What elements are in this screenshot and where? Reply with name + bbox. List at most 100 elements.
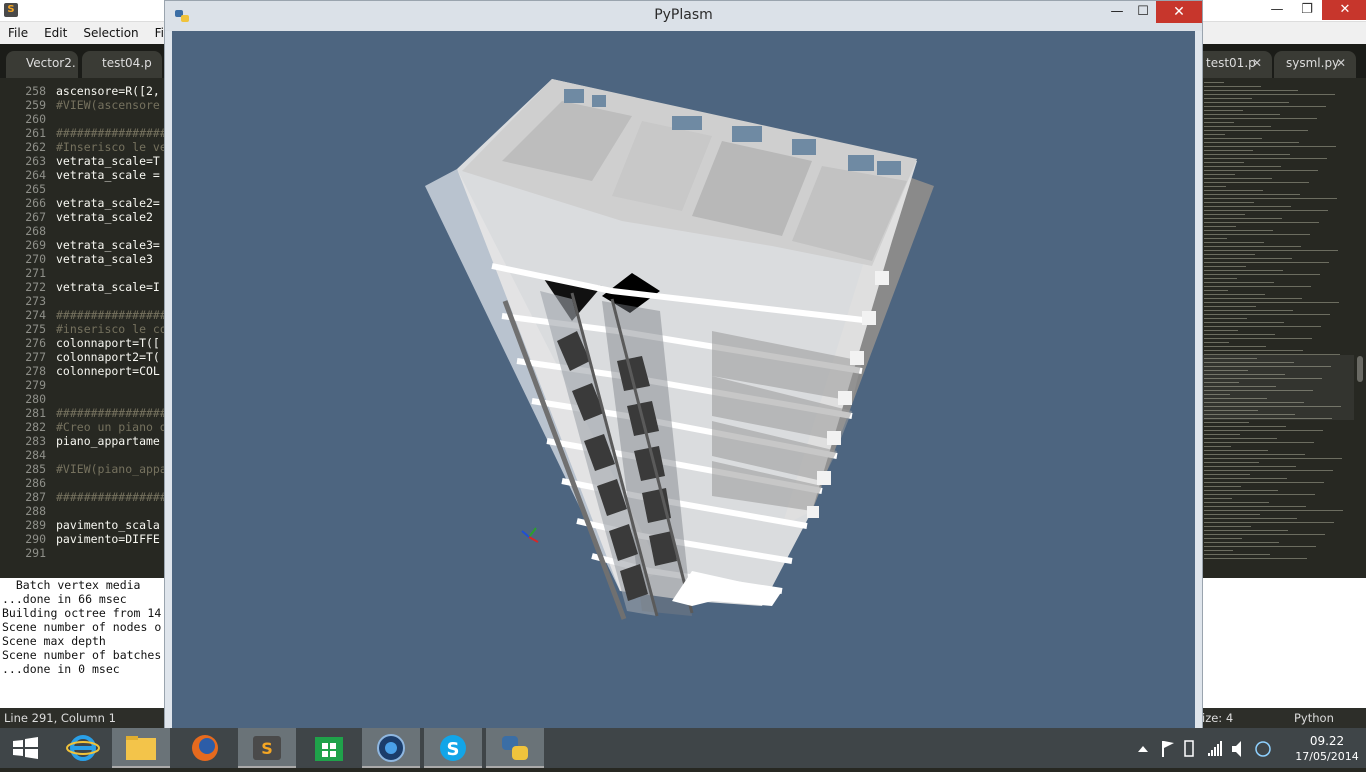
code-line[interactable]: [56, 112, 166, 126]
code-line[interactable]: [56, 546, 166, 560]
line-number: 290: [25, 532, 46, 546]
svg-text:S: S: [447, 739, 460, 760]
minimap-line: [1204, 298, 1302, 299]
code-line[interactable]: vetrata_scale3=: [56, 238, 166, 252]
syntax-mode[interactable]: Python: [1294, 708, 1334, 728]
maximize-icon[interactable]: ☐: [1130, 1, 1156, 23]
code-line[interactable]: [56, 378, 166, 392]
code-line[interactable]: [56, 392, 166, 406]
maximize-icon[interactable]: ❐: [1292, 0, 1322, 20]
minimap-line: [1204, 130, 1308, 131]
minimap-line: [1204, 82, 1224, 83]
code-line[interactable]: [56, 224, 166, 238]
minimap-line: [1204, 306, 1256, 307]
minimap-line: [1204, 330, 1238, 331]
minimap[interactable]: [1202, 78, 1354, 568]
minimap-line: [1204, 538, 1242, 539]
code-line[interactable]: vetrata_scale3: [56, 252, 166, 266]
line-number: 288: [25, 504, 46, 518]
code-line[interactable]: [56, 266, 166, 280]
close-tab-icon[interactable]: ✕: [1336, 51, 1346, 75]
code-line[interactable]: vetrata_scale =: [56, 168, 166, 182]
code-line[interactable]: vetrata_scale2=: [56, 196, 166, 210]
sublime-app-icon: S: [4, 3, 18, 17]
power-icon: [1184, 740, 1194, 757]
code-line[interactable]: ################: [56, 406, 166, 420]
minimap-line: [1204, 346, 1266, 347]
clock-time[interactable]: 09.22: [1288, 734, 1366, 748]
minimap-line: [1204, 238, 1227, 239]
code-line[interactable]: colonneport=COL: [56, 364, 166, 378]
internet-explorer-button[interactable]: [54, 728, 112, 768]
close-icon[interactable]: ✕: [1156, 1, 1202, 23]
code-line[interactable]: vetrata_scale=T: [56, 154, 166, 168]
code-line[interactable]: [56, 448, 166, 462]
code-line[interactable]: [56, 294, 166, 308]
minimap-line: [1204, 522, 1334, 523]
minimap-line: [1204, 166, 1281, 167]
line-number: 271: [25, 266, 46, 280]
code-line[interactable]: [56, 504, 166, 518]
code-line[interactable]: #inserisco le co: [56, 322, 166, 336]
tab-test01[interactable]: test01.p ✕: [1194, 51, 1272, 78]
code-line[interactable]: #VIEW(piano_appa: [56, 462, 166, 476]
menu-edit[interactable]: Edit: [36, 26, 75, 40]
code-line[interactable]: ################: [56, 308, 166, 322]
minimize-icon[interactable]: —: [1262, 0, 1292, 20]
python-button[interactable]: [486, 728, 544, 768]
minimap-line: [1204, 270, 1283, 271]
minimap-line: [1204, 446, 1231, 447]
code-line[interactable]: piano_appartame: [56, 434, 166, 448]
minimap-line: [1204, 466, 1296, 467]
minimap-line: [1204, 506, 1306, 507]
close-tab-icon[interactable]: ✕: [1252, 51, 1262, 75]
minimap-line: [1204, 106, 1326, 107]
media-app-button[interactable]: [362, 728, 420, 768]
tab-size[interactable]: ize: 4: [1202, 708, 1233, 728]
close-icon[interactable]: ✕: [1322, 0, 1366, 20]
code-line[interactable]: vetrata_scale=I: [56, 280, 166, 294]
file-explorer-button[interactable]: [112, 728, 170, 768]
3d-viewport[interactable]: [172, 31, 1195, 729]
skype-button[interactable]: S: [424, 728, 482, 768]
minimap-line: [1204, 494, 1315, 495]
sublime-text-button[interactable]: S: [238, 728, 296, 768]
code-line[interactable]: colonnaport=T([: [56, 336, 166, 350]
line-number: 278: [25, 364, 46, 378]
code-line[interactable]: ascensore=R([2,: [56, 84, 166, 98]
line-number: 260: [25, 112, 46, 126]
minimap-line: [1204, 310, 1293, 311]
minimap-line: [1204, 266, 1246, 267]
code-line[interactable]: #Creo un piano d: [56, 420, 166, 434]
minimap-line: [1204, 134, 1225, 135]
scrollbar-thumb[interactable]: [1357, 356, 1363, 382]
code-line[interactable]: vetrata_scale2: [56, 210, 166, 224]
code-line[interactable]: [56, 476, 166, 490]
building-model[interactable]: [172, 31, 1195, 729]
code-line[interactable]: pavimento=DIFFE: [56, 532, 166, 546]
code-line[interactable]: #Inserisco le ve: [56, 140, 166, 154]
menu-selection[interactable]: Selection: [75, 26, 146, 40]
firefox-button[interactable]: [176, 728, 234, 768]
code-line[interactable]: [56, 182, 166, 196]
minimap-viewport[interactable]: [1202, 355, 1354, 420]
code-line[interactable]: #VIEW(ascensore: [56, 98, 166, 112]
code-line[interactable]: ################: [56, 490, 166, 504]
code-line[interactable]: ################: [56, 126, 166, 140]
tab-test04[interactable]: test04.p: [82, 51, 162, 78]
minimap-line: [1204, 250, 1338, 251]
code-line[interactable]: colonnaport2=T(: [56, 350, 166, 364]
tab-vector2[interactable]: Vector2.: [6, 51, 78, 78]
windows-store-button[interactable]: [300, 728, 358, 768]
minimize-icon[interactable]: —: [1104, 1, 1130, 23]
start-button[interactable]: [0, 728, 58, 768]
clock-date[interactable]: 17/05/2014: [1288, 750, 1366, 763]
code-line[interactable]: pavimento_scala: [56, 518, 166, 532]
menu-file[interactable]: File: [0, 26, 36, 40]
minimap-line: [1204, 474, 1250, 475]
line-number: 261: [25, 126, 46, 140]
volume-icon: [1232, 741, 1241, 757]
tab-sysml[interactable]: sysml.py ✕: [1274, 51, 1356, 78]
minimap-line: [1204, 478, 1287, 479]
code-area[interactable]: ascensore=R([2, #VIEW(ascensore ##########…: [56, 84, 166, 560]
